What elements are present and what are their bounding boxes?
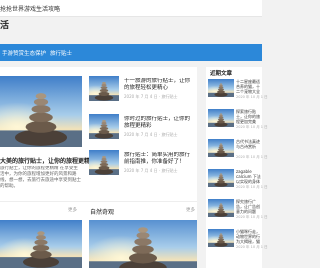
- hero-image[interactable]: [0, 76, 82, 147]
- brand-logo[interactable]: 活: [0, 18, 9, 31]
- recent-post-date: 2020 年 10 月 1 日: [236, 95, 268, 99]
- recent-post-date: 2020 年 10 月 1 日: [236, 185, 268, 189]
- recent-post-item[interactable]: 古代书法真迹与古诗赏析 2020 年 10 月 1 日: [208, 139, 268, 161]
- recent-post-title[interactable]: 十二星座最适合养的猫，十二个宠物大全: [236, 79, 262, 94]
- recommend-more-link[interactable]: 更多: [186, 207, 195, 213]
- hero-title[interactable]: 大美的旅行贴士，让你的旅程更精精: [0, 156, 96, 165]
- recommend-section-title: 自然奇观: [90, 209, 115, 216]
- recent-post-title[interactable]: 探究旅行广告，让广告创意力的问题: [236, 199, 262, 214]
- top-bar: 抢抢世界游戏生活攻略: [0, 0, 262, 17]
- recent-post-date: 2020 年 10 月 1 日: [236, 125, 268, 129]
- card-meta: 2020 年 7 月 4 日 · 旅行贴士: [124, 132, 178, 137]
- card-meta: 2020 年 7 月 4 日 · 旅行贴士: [124, 168, 178, 173]
- recent-post-item[interactable]: 探索旅行贴士，让你的旅程更加完美 2020 年 10 月 1 日: [208, 109, 268, 131]
- recent-post-date: 2020 年 10 月 1 日: [236, 215, 268, 219]
- recent-post-title[interactable]: 探索旅行贴士，让你的旅程更加完美: [236, 109, 262, 124]
- recent-post-title[interactable]: zagable calcium 下法以实现的身体健康: [236, 169, 262, 184]
- recent-post-thumb[interactable]: [208, 169, 234, 187]
- card-title[interactable]: 你时过的旅行贴士，让你的旅程更精彩: [124, 116, 194, 130]
- nav-item-games[interactable]: 手游赞赏: [2, 49, 24, 57]
- sidebar: 近期文章 十二星座最适合养的猫，十二个宠物大全 2020 年 10 月 1 日 …: [206, 67, 268, 268]
- recent-post-title[interactable]: 古代书法真迹与古诗赏析: [236, 139, 262, 154]
- card-image[interactable]: [89, 76, 119, 101]
- site-title[interactable]: 抢抢世界游戏生活攻略: [0, 4, 60, 13]
- recent-post-thumb[interactable]: [208, 199, 234, 217]
- card-image[interactable]: [89, 114, 119, 139]
- card-meta: 2020 年 7 月 4 日 · 旅行贴士: [124, 94, 178, 99]
- recent-post-item[interactable]: 探究旅行广告，让广告创意力的问题 2020 年 10 月 1 日: [208, 199, 268, 221]
- section-divider: [0, 201, 197, 202]
- recent-post-title[interactable]: 小猫咪行走，动物世界的行为大揭秘，猫咪奇妙的行为: [236, 229, 262, 244]
- card-title[interactable]: 旅行贴士：简单实用的旅行前指南推，你准备好了！: [124, 152, 194, 166]
- recent-post-date: 2020 年 10 月 1 日: [236, 155, 268, 159]
- recent-post-thumb[interactable]: [208, 79, 234, 97]
- recent-post-thumb[interactable]: [208, 139, 234, 157]
- main-nav: 手游赞赏 生态保护 旅行贴士: [0, 44, 262, 61]
- card-title[interactable]: 十一旅游的旅行贴士，让你的旅程轻松更精心: [124, 78, 194, 92]
- main-content: 大美的旅行贴士，让你的旅程更精精 旅行贴士，让你的旅程更精精 在享受生活中，为你…: [0, 67, 197, 268]
- nature-image[interactable]: [89, 220, 197, 268]
- recent-post-item[interactable]: 十二星座最适合养的猫，十二个宠物大全 2020 年 10 月 1 日: [208, 79, 268, 101]
- card-image[interactable]: [89, 150, 119, 175]
- recent-post-date: 2020 年 10 月 1 日: [236, 245, 268, 249]
- recent-post-item[interactable]: 小猫咪行走，动物世界的行为大揭秘，猫咪奇妙的行为 2020 年 10 月 1 日: [208, 229, 268, 251]
- left-more-link[interactable]: 更多: [68, 207, 77, 213]
- nav-item-ecology[interactable]: 生态保护: [24, 49, 46, 57]
- nature-image[interactable]: [0, 220, 82, 268]
- hero-desc: 旅行贴士，让你的旅程更精精 在享受生活中，为你的旅程增加更好的风景和路线，想一想…: [0, 166, 81, 189]
- recent-post-item[interactable]: zagable calcium 下法以实现的身体健康 2020 年 10 月 1…: [208, 169, 268, 191]
- recent-post-thumb[interactable]: [208, 229, 234, 247]
- recent-posts-title: 近期文章: [210, 71, 233, 77]
- recent-post-thumb[interactable]: [208, 109, 234, 127]
- nav-item-travel[interactable]: 旅行贴士: [50, 49, 72, 57]
